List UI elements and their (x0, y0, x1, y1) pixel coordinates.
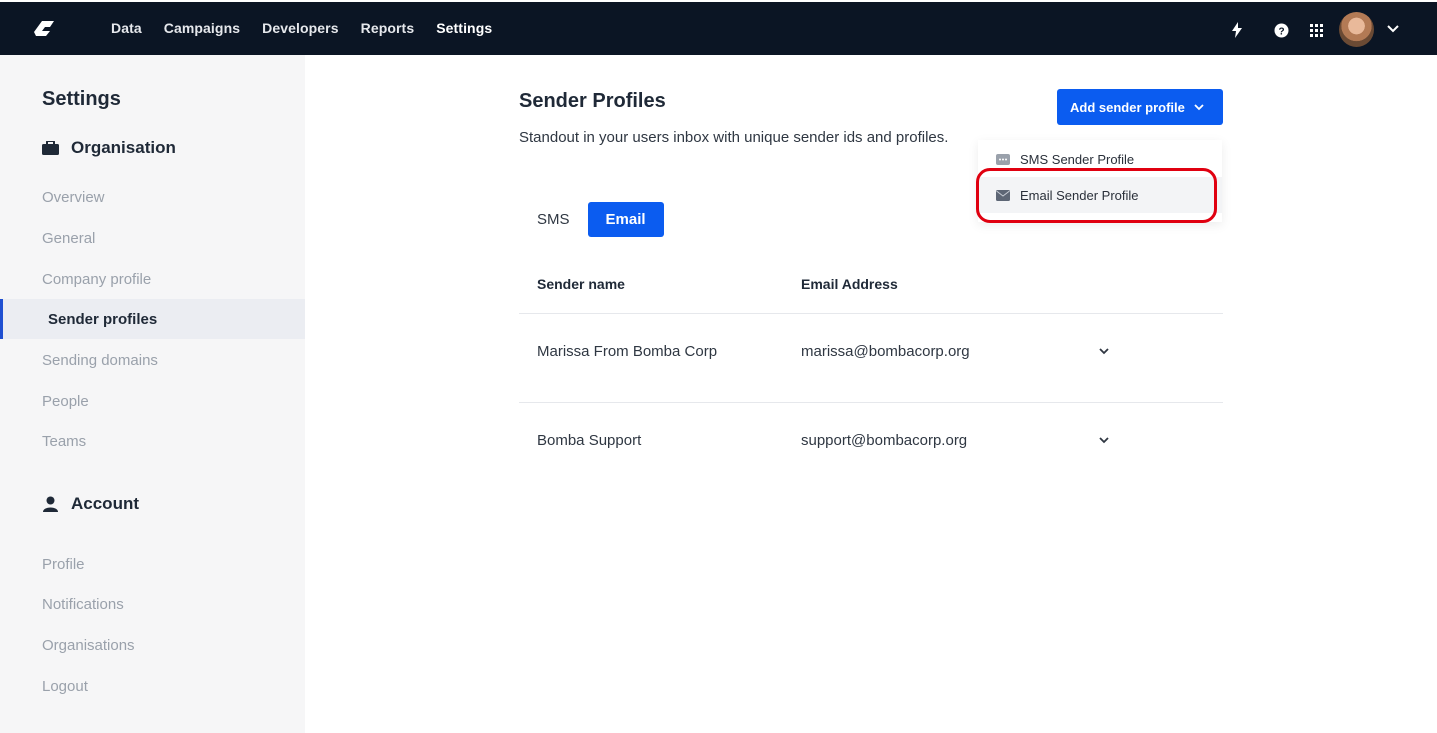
tab-sms[interactable]: SMS (519, 202, 588, 237)
column-header-email-address: Email Address (801, 276, 898, 292)
sender-name-cell: Marissa From Bomba Corp (537, 343, 718, 360)
table-header: Sender name Email Address (519, 272, 1223, 314)
menu-item-label: SMS Sender Profile (1020, 151, 1135, 167)
row-expand-chevron-icon[interactable] (1097, 344, 1111, 358)
sidebar-item-company-profile[interactable]: Company profile (0, 259, 305, 299)
page-title: Sender Profiles (519, 90, 666, 112)
organisation-section-header: Organisation (42, 138, 176, 158)
sidebar-item-general[interactable]: General (0, 218, 305, 258)
tab-email[interactable]: Email (587, 202, 664, 237)
organisation-label: Organisation (71, 138, 176, 157)
add-sender-profile-label: Add sender profile (1070, 99, 1185, 115)
sidebar-item-overview[interactable]: Overview (0, 177, 305, 217)
settings-sidebar: Settings Organisation Overview General C… (0, 55, 305, 733)
sidebar-item-profile[interactable]: Profile (0, 544, 305, 584)
table-row: Marissa From Bomba Corp marissa@bombacor… (519, 314, 1223, 403)
person-icon (43, 496, 58, 512)
account-menu-chevron-icon[interactable] (1387, 25, 1399, 33)
row-expand-chevron-icon[interactable] (1097, 433, 1111, 447)
nav-developers[interactable]: Developers (262, 20, 338, 36)
sidebar-item-logout[interactable]: Logout (0, 666, 305, 706)
email-address-cell: support@bombacorp.org (801, 432, 968, 449)
sidebar-item-notifications[interactable]: Notifications (0, 584, 305, 624)
account-section-header: Account (42, 494, 139, 514)
account-label: Account (71, 494, 139, 513)
page-subtitle: Standout in your users inbox with unique… (519, 129, 949, 146)
nav-reports[interactable]: Reports (361, 20, 415, 36)
sidebar-title: Settings (42, 88, 121, 110)
sender-name-cell: Bomba Support (537, 432, 642, 449)
table-row: Bomba Support support@bombacorp.org (519, 403, 1223, 492)
sidebar-item-sending-domains[interactable]: Sending domains (0, 340, 305, 380)
column-header-sender-name: Sender name (537, 276, 625, 292)
email-address-cell: marissa@bombacorp.org (801, 343, 970, 360)
sms-icon (996, 153, 1010, 165)
user-avatar[interactable] (1339, 12, 1374, 47)
main-nav: Data Campaigns Developers Reports Settin… (111, 20, 492, 36)
chevron-down-icon (1194, 103, 1204, 110)
annotation-highlight-ring (976, 168, 1217, 223)
add-sender-profile-button[interactable]: Add sender profile (1057, 89, 1223, 125)
top-navigation-bar: Data Campaigns Developers Reports Settin… (0, 0, 1437, 55)
app-logo-icon[interactable] (30, 18, 56, 38)
nav-campaigns[interactable]: Campaigns (164, 20, 240, 36)
apps-grid-icon[interactable] (1310, 24, 1323, 37)
sidebar-item-organisations[interactable]: Organisations (0, 625, 305, 665)
briefcase-icon (42, 141, 59, 155)
channel-tabs: SMS Email (519, 202, 664, 237)
lightning-icon[interactable] (1231, 22, 1243, 38)
sidebar-item-people[interactable]: People (0, 381, 305, 421)
svg-text:?: ? (1278, 27, 1284, 38)
help-icon[interactable]: ? (1274, 23, 1289, 38)
nav-settings[interactable]: Settings (436, 20, 492, 36)
sidebar-item-teams[interactable]: Teams (0, 421, 305, 461)
nav-data[interactable]: Data (111, 20, 142, 36)
sidebar-item-sender-profiles[interactable]: Sender profiles (0, 299, 305, 339)
